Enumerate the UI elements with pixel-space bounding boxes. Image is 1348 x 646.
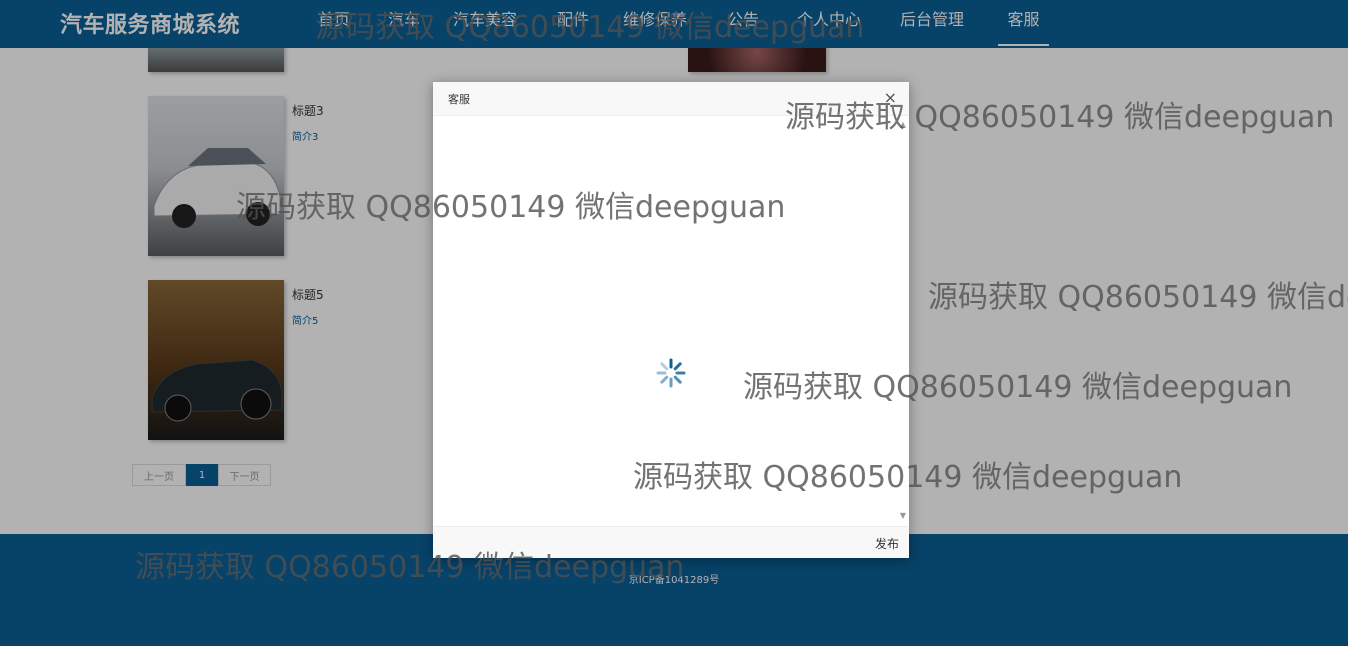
scroll-up-arrow-icon[interactable]: ▲: [900, 120, 906, 129]
loading-spinner-icon: [656, 358, 686, 388]
dialog-title: 客服: [448, 93, 470, 106]
dialog-footer: 发布: [433, 526, 909, 558]
publish-button[interactable]: 发布: [875, 535, 899, 552]
dialog-header: 客服 ×: [433, 82, 909, 116]
close-icon[interactable]: ×: [884, 88, 897, 107]
customer-service-dialog: 客服 × ▲ ▼ 发布: [433, 82, 909, 558]
chat-message-area[interactable]: ▲ ▼: [433, 116, 909, 526]
scroll-down-arrow-icon[interactable]: ▼: [900, 511, 906, 520]
